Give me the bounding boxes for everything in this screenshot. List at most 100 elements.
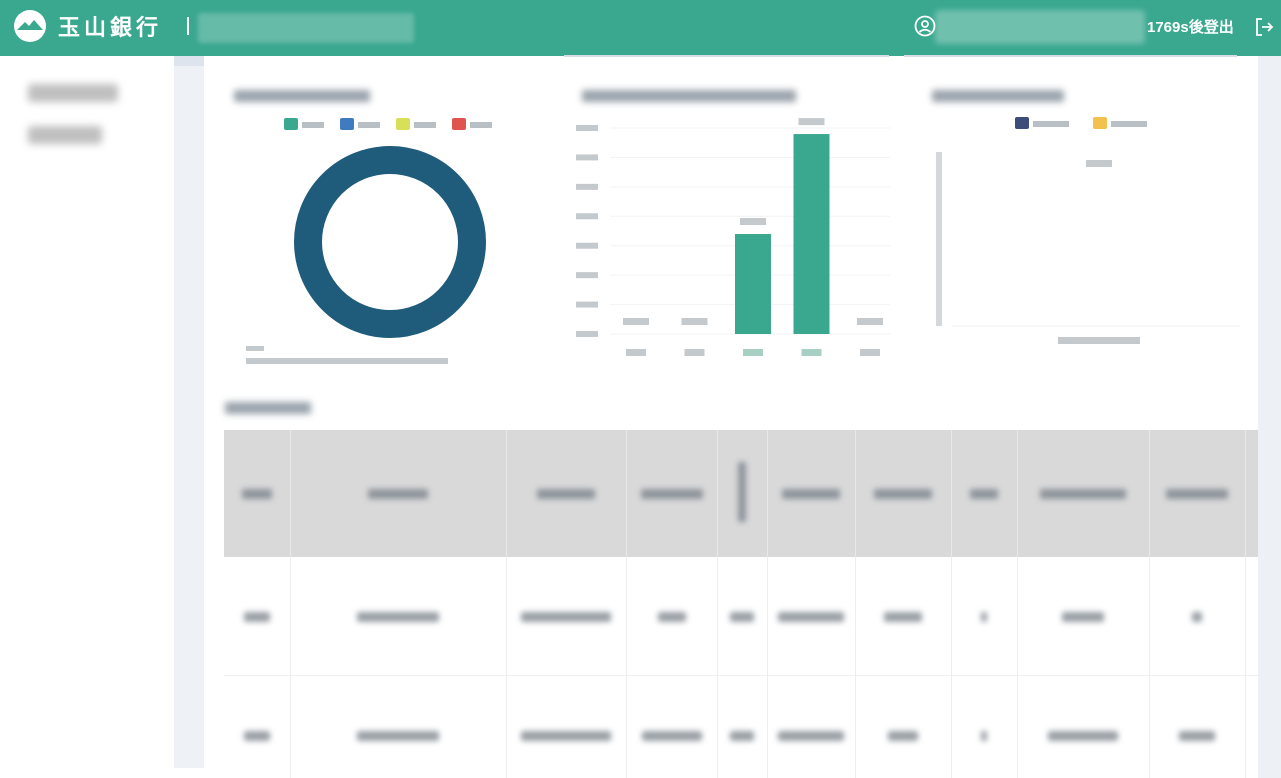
footnote [246, 346, 264, 351]
column-header[interactable] [717, 430, 768, 557]
table-cell [717, 557, 768, 676]
column-header[interactable] [1149, 430, 1246, 557]
column-header[interactable] [855, 430, 952, 557]
column-header[interactable] [1245, 430, 1258, 557]
column-header[interactable] [951, 430, 1018, 557]
bar-data-label [740, 218, 766, 226]
x-tick-label [743, 349, 763, 356]
legend-label [470, 122, 492, 128]
donut-chart [246, 118, 492, 364]
third-chart-card [918, 70, 1248, 380]
column-header[interactable] [626, 430, 718, 557]
brand-logo[interactable]: 玉山銀行 [14, 10, 162, 42]
table-title [225, 402, 311, 414]
column-header[interactable] [224, 430, 291, 557]
legend-label [302, 122, 324, 128]
table-cell [506, 675, 627, 778]
table-cell [1149, 557, 1246, 676]
third-chart [936, 117, 1240, 344]
chart-legend [284, 118, 492, 130]
table-cell [1245, 675, 1258, 778]
y-axis [576, 125, 890, 337]
content-gutter [174, 56, 204, 768]
table-cell [290, 557, 507, 676]
column-header[interactable] [1017, 430, 1150, 557]
donut-chart-card [222, 70, 552, 380]
y-tick-label [576, 213, 598, 220]
legend-label [414, 122, 436, 128]
x-tick-label [860, 349, 880, 356]
bar-data-label [798, 118, 825, 126]
y-tick-label [576, 331, 598, 337]
table-cell [767, 557, 856, 676]
table-cell [717, 675, 768, 778]
bar-data-label [681, 318, 708, 325]
top-card-edge [564, 55, 889, 57]
table-cell [951, 557, 1018, 676]
legend-swatch [396, 118, 410, 130]
chart-title [932, 90, 1064, 102]
legend-swatch [1015, 117, 1029, 129]
table-row[interactable] [224, 675, 1258, 778]
chart-title [582, 90, 796, 102]
legend-label [1111, 121, 1147, 127]
column-header[interactable] [506, 430, 627, 557]
table-cell [506, 557, 627, 676]
legend-swatch [452, 118, 466, 130]
legend-label [358, 122, 380, 128]
table-cell [767, 675, 856, 778]
table-cell [855, 557, 952, 676]
x-tick-label [626, 349, 646, 356]
column-header[interactable] [290, 430, 507, 557]
data-label [1086, 160, 1112, 167]
y-tick-label [576, 301, 598, 308]
bar-data-label [623, 318, 649, 325]
mountain-logo-icon [14, 10, 46, 42]
sidebar [0, 56, 174, 778]
y-tick-label [576, 125, 598, 131]
legend-label [1033, 121, 1069, 127]
table-cell [1017, 557, 1150, 676]
y-tick-label [576, 242, 598, 249]
bar[interactable] [735, 234, 771, 334]
legend-swatch [284, 118, 298, 130]
user-info[interactable] [935, 10, 1145, 44]
table-header-row [224, 430, 1258, 557]
logout-icon[interactable] [1253, 16, 1275, 38]
sidebar-item-2[interactable] [28, 126, 102, 144]
sidebar-item-1[interactable] [28, 84, 118, 102]
table-cell [1149, 675, 1246, 778]
table-cell [1017, 675, 1150, 778]
data-table [224, 430, 1258, 778]
y-tick-label [576, 154, 598, 161]
brand-name: 玉山銀行 [58, 16, 163, 41]
content-gutter-top [174, 56, 204, 66]
legend-swatch [1093, 117, 1107, 129]
bar-chart-card [568, 70, 898, 380]
table-cell [290, 675, 507, 778]
right-edge [1258, 56, 1281, 778]
column-header[interactable] [767, 430, 856, 557]
table-cell [626, 557, 718, 676]
legend-swatch [340, 118, 354, 130]
table-row[interactable] [224, 557, 1258, 676]
table-cell [1245, 557, 1258, 676]
x-tick-label [801, 349, 822, 356]
donut-slice[interactable] [294, 146, 486, 338]
bar-chart [576, 118, 890, 356]
y-tick-label [576, 272, 598, 279]
chart-legend [1015, 117, 1147, 129]
x-tick-label [684, 349, 705, 356]
table-cell [224, 557, 291, 676]
top-card-edge [904, 55, 1237, 57]
table-cell [951, 675, 1018, 778]
table-cell [224, 675, 291, 778]
bar[interactable] [793, 134, 830, 334]
bar-data-label [857, 318, 883, 325]
table-cell [855, 675, 952, 778]
table-cell [626, 675, 718, 778]
bar-series [623, 118, 883, 356]
user-circle-icon[interactable] [914, 15, 936, 37]
footnote [246, 358, 448, 364]
chart-title [234, 90, 370, 102]
